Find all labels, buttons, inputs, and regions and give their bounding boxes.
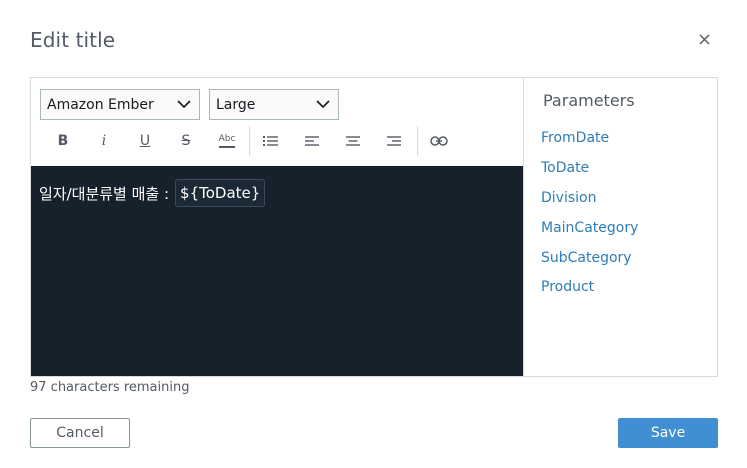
editor-panel: Amazon Ember Large B i U S Abc 일자/대분류별 매…: [31, 78, 524, 376]
chevron-down-icon: [177, 100, 191, 109]
editor-frame: Amazon Ember Large B i U S Abc 일자/대분류별 매…: [30, 77, 718, 377]
parameter-link-todate[interactable]: ToDate: [541, 160, 589, 176]
strikethrough-icon[interactable]: S: [173, 130, 199, 152]
italic-label: i: [101, 133, 107, 149]
parameter-link-maincategory[interactable]: MainCategory: [541, 220, 638, 236]
title-text-editor[interactable]: 일자/대분류별 매출 : ${ToDate}: [31, 166, 523, 376]
bold-label: B: [57, 133, 69, 149]
editor-content: 일자/대분류별 매출 : ${ToDate}: [39, 179, 266, 207]
toolbar-divider: [249, 126, 250, 156]
parameter-link-division[interactable]: Division: [541, 190, 596, 206]
link-icon[interactable]: [426, 130, 452, 152]
align-center-icon[interactable]: [340, 130, 366, 152]
font-size-select[interactable]: Large: [209, 89, 339, 120]
bulleted-list-icon[interactable]: [258, 130, 284, 152]
font-family-select[interactable]: Amazon Ember: [40, 89, 200, 120]
save-button[interactable]: Save: [618, 418, 718, 448]
cancel-button[interactable]: Cancel: [30, 418, 130, 448]
align-right-icon[interactable]: [381, 130, 407, 152]
parameter-link-fromdate[interactable]: FromDate: [541, 130, 609, 146]
font-family-value: Amazon Ember: [47, 96, 154, 113]
parameters-heading: Parameters: [543, 91, 635, 110]
parameter-link-subcategory[interactable]: SubCategory: [541, 250, 632, 266]
parameter-link-product[interactable]: Product: [541, 279, 594, 295]
formatting-toolbar: B i U S Abc: [31, 124, 523, 158]
bold-icon[interactable]: B: [50, 130, 76, 152]
close-icon[interactable]: [696, 31, 714, 49]
strikethrough-label: S: [181, 133, 191, 149]
italic-icon[interactable]: i: [91, 130, 117, 152]
text-color-icon[interactable]: Abc: [214, 130, 240, 152]
characters-remaining: 97 characters remaining: [30, 380, 190, 395]
title-text: 일자/대분류별 매출 :: [39, 184, 170, 203]
font-size-value: Large: [216, 96, 256, 113]
parameter-token[interactable]: ${ToDate}: [175, 179, 266, 207]
parameters-panel: Parameters FromDate ToDate Division Main…: [524, 78, 717, 376]
chevron-down-icon: [316, 100, 330, 109]
align-left-icon[interactable]: [299, 130, 325, 152]
text-color-label: Abc: [218, 134, 236, 144]
underline-icon[interactable]: U: [132, 130, 158, 152]
color-bar: [219, 146, 235, 148]
dialog-title: Edit title: [30, 28, 116, 52]
underline-label: U: [139, 133, 151, 149]
toolbar-divider: [417, 126, 418, 156]
